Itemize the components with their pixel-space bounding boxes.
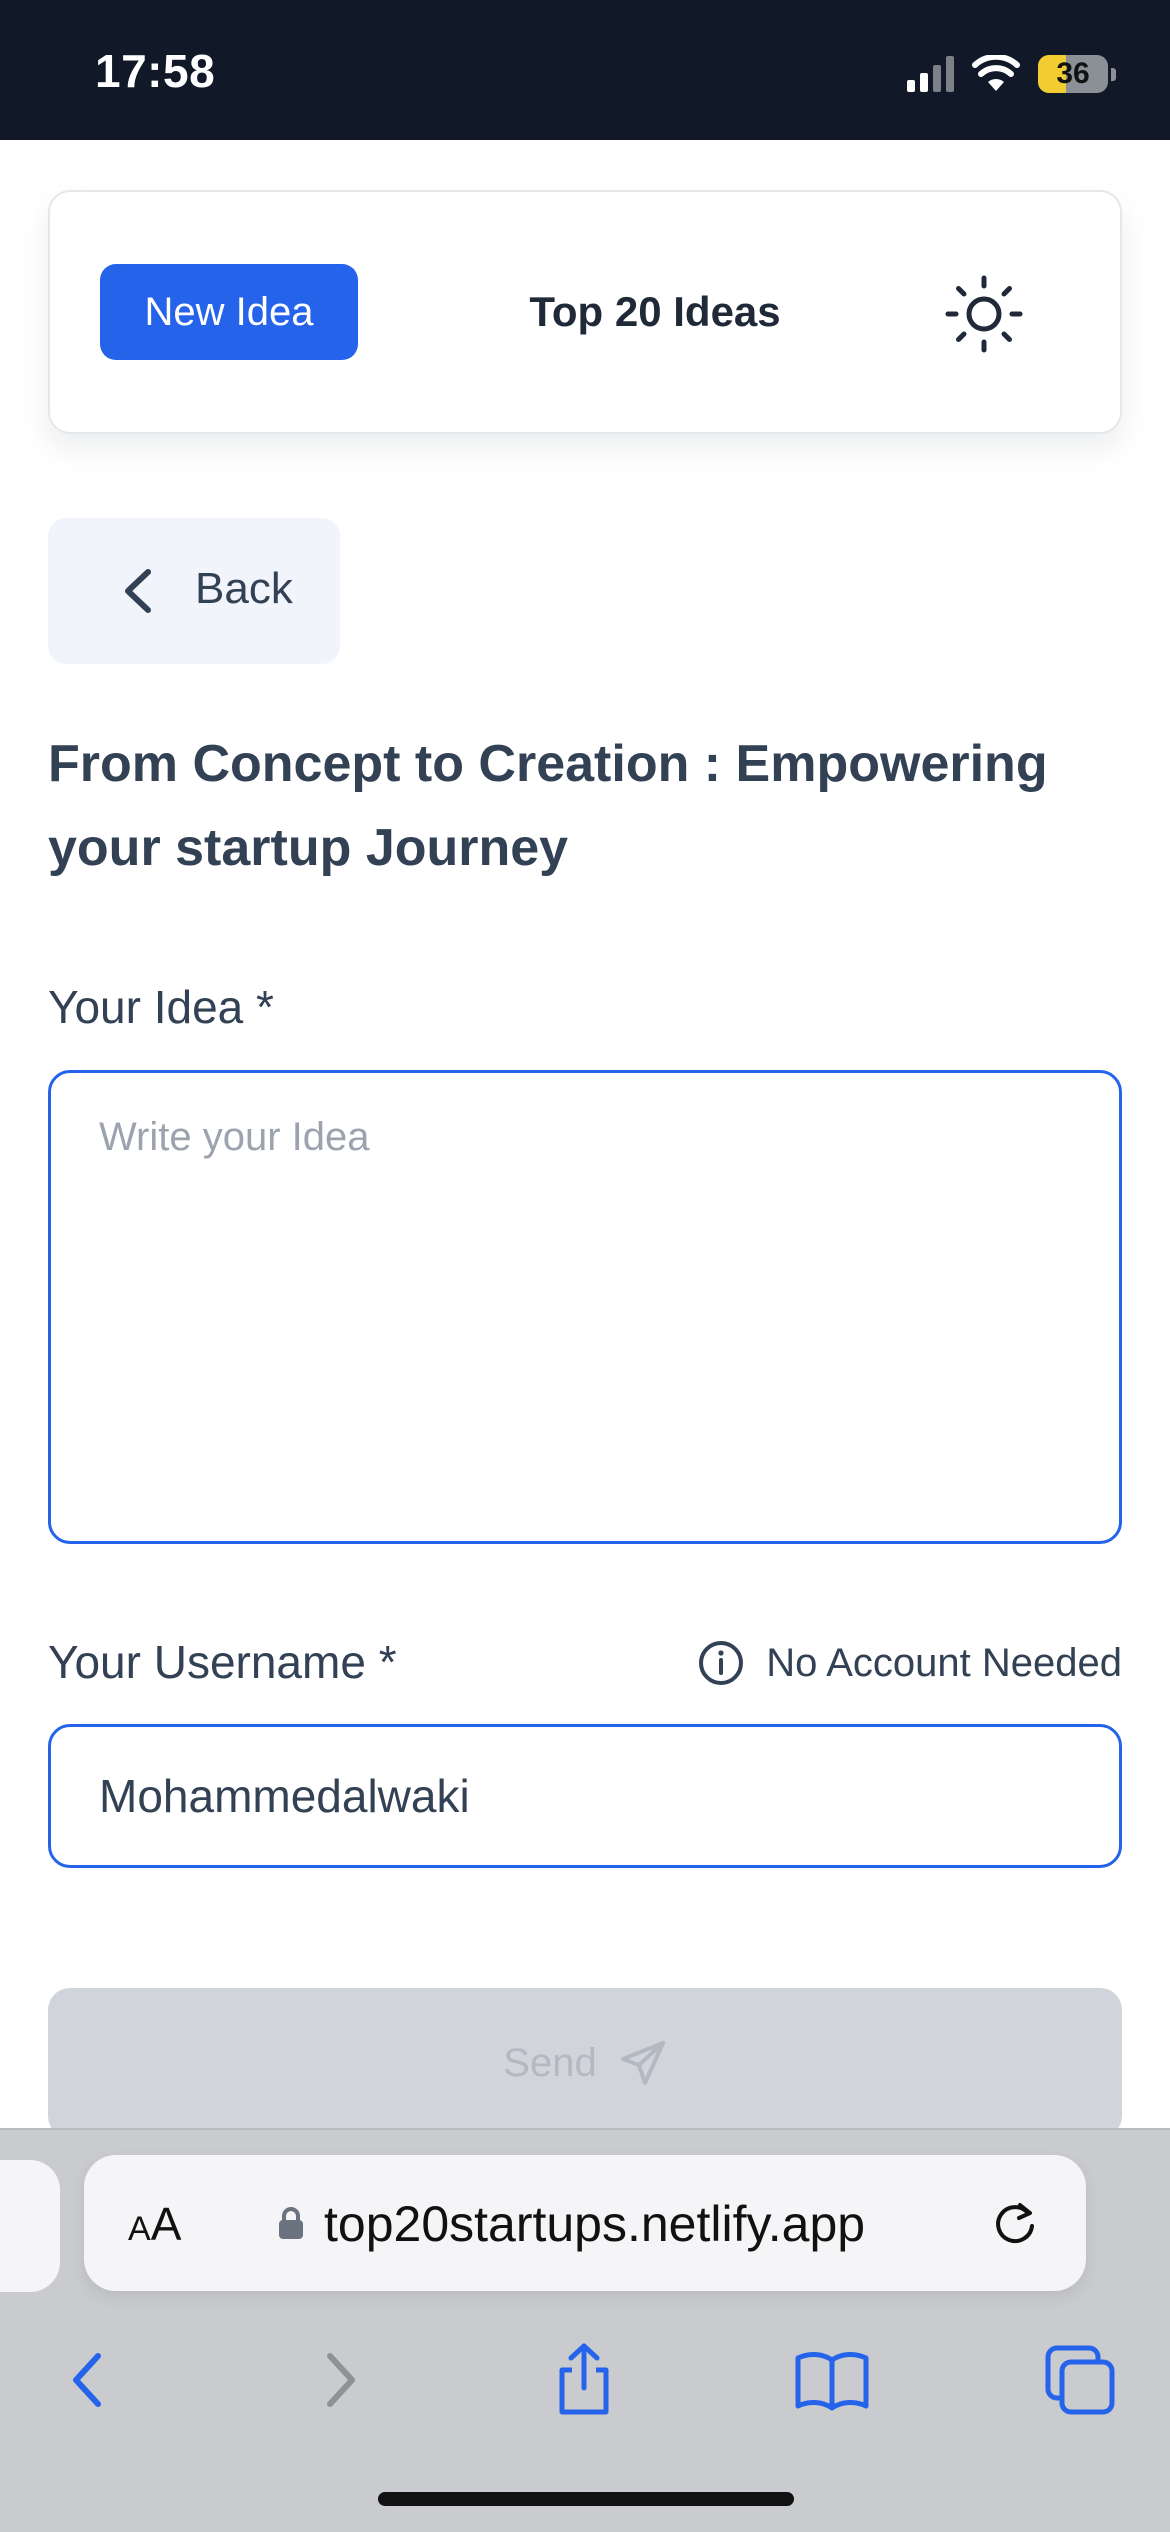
status-indicators: 36 bbox=[907, 52, 1116, 96]
info-icon bbox=[699, 1641, 744, 1685]
battery-level: 36 bbox=[1056, 57, 1090, 90]
home-indicator bbox=[378, 2492, 794, 2506]
sun-icon[interactable] bbox=[944, 274, 1024, 354]
browser-toolbar bbox=[0, 2320, 1170, 2440]
cellular-signal-icon bbox=[907, 56, 954, 92]
paper-plane-icon bbox=[620, 2041, 665, 2085]
browser-back-icon[interactable] bbox=[48, 2340, 128, 2420]
tabs-icon[interactable] bbox=[1040, 2340, 1120, 2420]
idea-label: Your Idea * bbox=[48, 981, 274, 1033]
bookmarks-icon[interactable] bbox=[792, 2340, 872, 2420]
browser-chrome: AA top20startups.netlify.app bbox=[0, 2128, 1170, 2532]
idea-textarea[interactable] bbox=[48, 1070, 1122, 1544]
previous-tab-peek[interactable] bbox=[0, 2160, 60, 2292]
url-text: top20startups.netlify.app bbox=[324, 2196, 866, 2252]
lock-icon bbox=[279, 2207, 303, 2239]
no-account-text: No Account Needed bbox=[766, 1640, 1122, 1685]
back-button[interactable]: Back bbox=[48, 518, 340, 664]
top-ideas-link[interactable]: Top 20 Ideas bbox=[490, 288, 820, 336]
status-bar: 17:58 36 bbox=[0, 0, 1170, 140]
reader-text-size-button[interactable]: AA bbox=[128, 2197, 181, 2251]
reload-icon[interactable] bbox=[990, 2199, 1040, 2249]
new-idea-button[interactable]: New Idea bbox=[100, 264, 358, 360]
share-icon[interactable] bbox=[544, 2340, 624, 2420]
send-label: Send bbox=[503, 2040, 597, 2085]
address-bar[interactable]: AA top20startups.netlify.app bbox=[84, 2155, 1086, 2291]
no-account-note: No Account Needed bbox=[698, 1640, 1122, 1686]
browser-forward-icon[interactable] bbox=[300, 2340, 380, 2420]
chevron-left-icon bbox=[125, 569, 151, 613]
page-title: From Concept to Creation : Empowering yo… bbox=[48, 735, 1048, 877]
send-button[interactable]: Send bbox=[48, 1988, 1122, 2138]
username-input[interactable] bbox=[48, 1724, 1122, 1868]
top-nav-card: New Idea Top 20 Ideas bbox=[48, 190, 1122, 434]
back-label: Back bbox=[195, 564, 293, 613]
wifi-icon bbox=[972, 55, 1020, 91]
battery-icon: 36 bbox=[1038, 55, 1108, 93]
battery-nub bbox=[1111, 67, 1116, 81]
status-time: 17:58 bbox=[95, 45, 216, 97]
username-label: Your Username * bbox=[48, 1636, 397, 1688]
